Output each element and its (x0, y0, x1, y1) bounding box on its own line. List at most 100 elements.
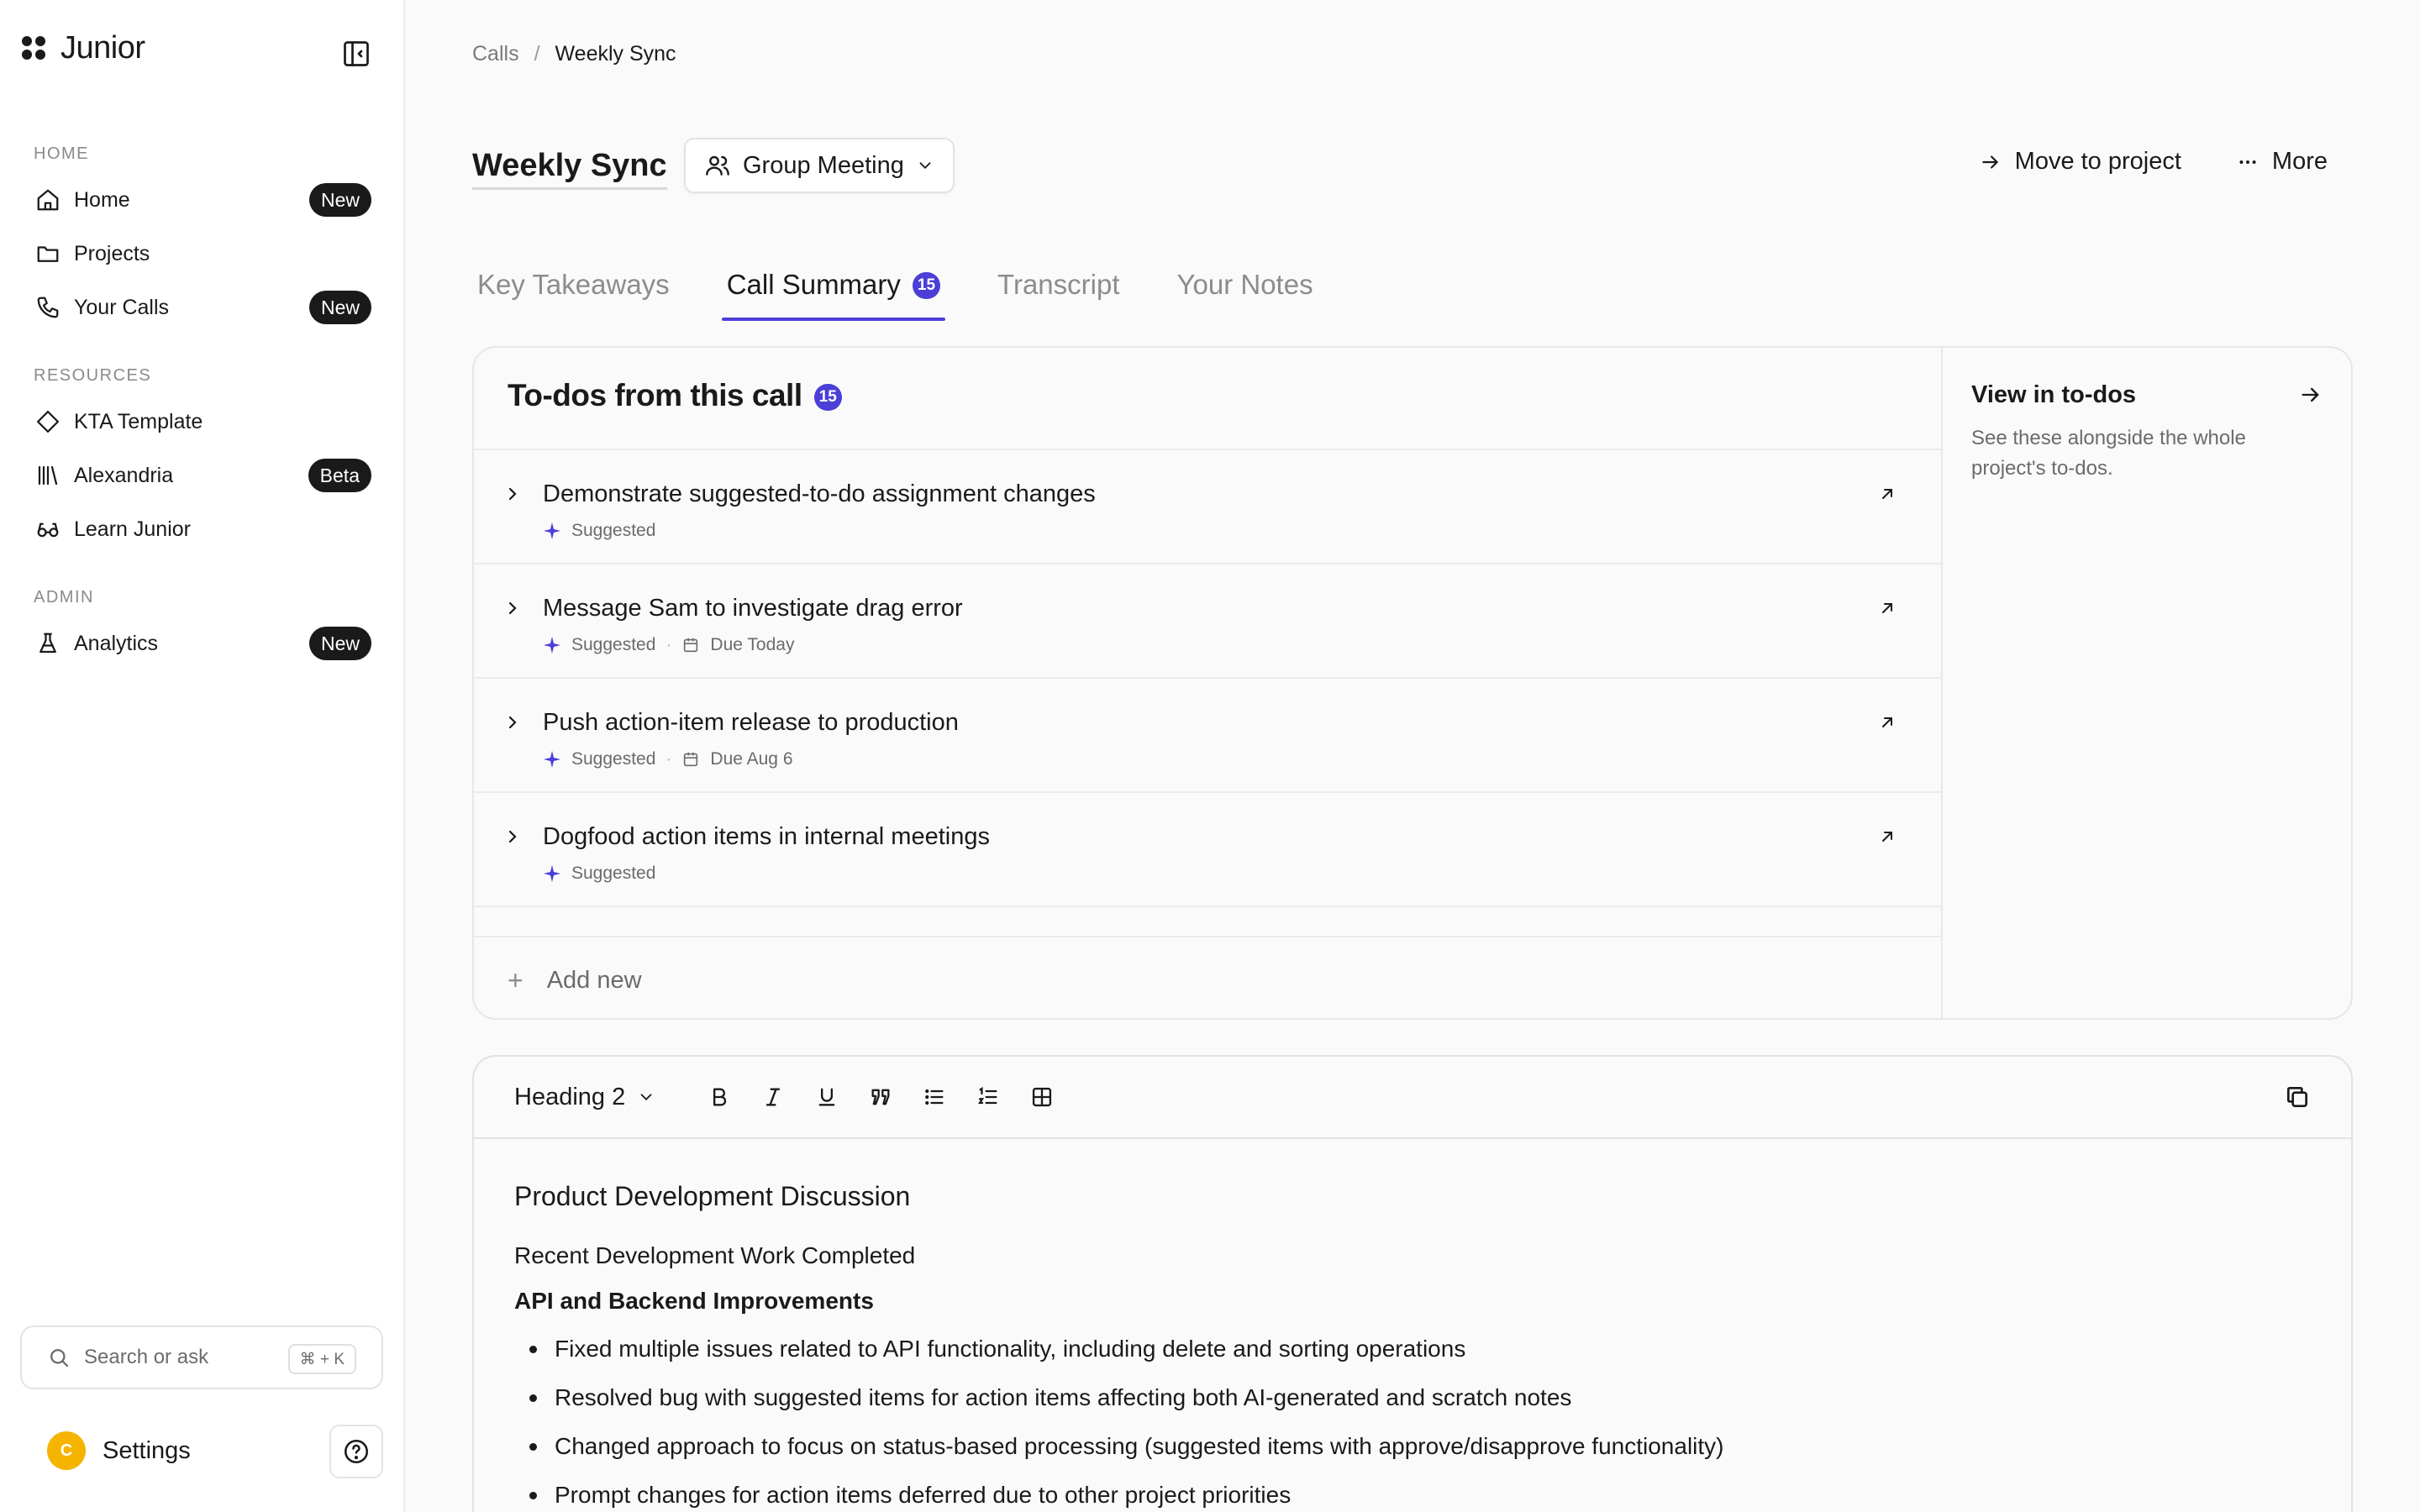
chevron-right-icon (508, 487, 517, 501)
sidebar: Junior HOME Home New Projects Your Calls… (0, 0, 405, 1512)
junior-logo-icon (22, 35, 47, 61)
collapse-sidebar-button[interactable] (339, 37, 373, 71)
sidebar-item-analytics[interactable]: Analytics New (18, 620, 387, 667)
todo-item[interactable]: Push action-item release to production S… (474, 677, 1941, 791)
sidebar-item-alexandria[interactable]: Alexandria Beta (18, 452, 387, 499)
block-style-label: Heading 2 (514, 1083, 626, 1110)
sparkle-icon (543, 636, 561, 654)
quote-button[interactable] (854, 1074, 908, 1121)
numbered-list-icon (978, 1086, 997, 1105)
todo-item[interactable]: Demonstrate suggested-to-do assignment c… (474, 449, 1941, 563)
flask-icon (34, 629, 62, 658)
table-button[interactable] (1015, 1074, 1069, 1121)
chevron-right-icon (508, 716, 517, 729)
list-item: Resolved bug with suggested items for ac… (514, 1373, 2311, 1422)
doc-paragraph: Recent Development Work Completed (514, 1242, 916, 1268)
bold-button[interactable] (692, 1074, 746, 1121)
settings-button[interactable]: C Settings (47, 1431, 191, 1470)
sidebar-item-label: KTA Template (74, 409, 203, 433)
help-button[interactable] (329, 1425, 383, 1478)
chevron-right-icon (508, 601, 517, 615)
editor-content[interactable]: Product Development Discussion Recent De… (474, 1139, 2351, 1512)
todo-due: Due Today (710, 635, 795, 654)
new-badge: New (308, 183, 371, 217)
copy-button[interactable] (2274, 1074, 2321, 1121)
tab-transcript[interactable]: Transcript (992, 260, 1124, 321)
chevron-down-icon (919, 162, 931, 170)
doc-bullet-list: Fixed multiple issues related to API fun… (514, 1325, 2311, 1512)
meeting-type-dropdown[interactable]: Group Meeting (684, 138, 955, 193)
italic-icon (766, 1088, 781, 1106)
settings-label: Settings (103, 1436, 191, 1464)
users-icon (706, 155, 729, 176)
add-new-todo-button[interactable]: + Add new (474, 936, 1941, 1018)
doc-heading: Product Development Discussion (514, 1181, 911, 1211)
numbered-list-button[interactable] (961, 1074, 1015, 1121)
breadcrumb-separator: / (534, 42, 540, 66)
tab-call-summary[interactable]: Call Summary 15 (721, 260, 946, 321)
breadcrumb: Calls / Weekly Sync (472, 42, 676, 66)
todo-meta: Suggested · Due Today (543, 635, 794, 655)
open-external-icon (1882, 832, 1892, 842)
new-badge: New (308, 291, 371, 324)
more-button[interactable]: More (2237, 148, 2328, 176)
sidebar-item-home[interactable]: Home New (18, 176, 387, 223)
tab-key-takeaways[interactable]: Key Takeaways (472, 260, 675, 321)
italic-button[interactable] (746, 1074, 800, 1121)
underline-button[interactable] (800, 1074, 854, 1121)
page-title[interactable]: Weekly Sync (472, 148, 667, 190)
search-icon (50, 1349, 69, 1368)
tab-your-notes[interactable]: Your Notes (1172, 260, 1318, 321)
search-input[interactable]: Search or ask ⌘ + K (20, 1326, 383, 1389)
sidebar-item-learn-junior[interactable]: Learn Junior (18, 506, 387, 553)
tab-label: Your Notes (1176, 269, 1313, 300)
sidebar-item-label: Projects (74, 241, 150, 265)
move-to-project-button[interactable]: Move to project (1980, 148, 2181, 176)
arrow-right-icon (2302, 387, 2319, 402)
todo-title: Demonstrate suggested-to-do assignment c… (543, 480, 1096, 507)
todo-meta: Suggested (543, 864, 655, 884)
tab-label: Key Takeaways (477, 269, 670, 300)
list-item: Prompt changes for action items deferred… (514, 1471, 2311, 1512)
todo-meta: Suggested (543, 521, 655, 541)
glasses-icon (34, 515, 62, 543)
calendar-icon (684, 638, 698, 653)
main-content: Calls / Weekly Sync Weekly Sync Group Me… (407, 0, 2420, 1512)
breadcrumb-calls[interactable]: Calls (472, 42, 519, 66)
sidebar-collapse-icon (344, 41, 369, 66)
todo-status: Suggested (571, 749, 656, 769)
summary-editor: Heading 2 Product Development Discussion… (472, 1055, 2353, 1512)
todos-card: To-dos from this call 15 Demonstrate sug… (472, 346, 2353, 1020)
sidebar-item-kta-template[interactable]: KTA Template (18, 398, 387, 445)
todo-status: Suggested (571, 635, 656, 654)
sidebar-item-projects[interactable]: Projects (18, 230, 387, 277)
copy-icon (2287, 1087, 2307, 1107)
sidebar-item-label: Alexandria (74, 463, 174, 487)
tab-label: Transcript (997, 269, 1120, 300)
plus-icon: + (508, 964, 523, 995)
diamond-icon (34, 407, 62, 436)
sidebar-item-your-calls[interactable]: Your Calls New (18, 284, 387, 331)
block-style-dropdown[interactable]: Heading 2 (514, 1084, 655, 1111)
view-in-todos-panel[interactable]: View in to-dos See these alongside the w… (1944, 348, 2351, 1018)
bullet-list-button[interactable] (908, 1074, 961, 1121)
more-label: More (2271, 148, 2328, 175)
home-icon (34, 186, 62, 214)
help-icon (344, 1439, 369, 1464)
chevron-right-icon (508, 830, 517, 843)
search-shortcut: ⌘ + K (287, 1344, 356, 1374)
list-item: Fixed multiple issues related to API fun… (514, 1325, 2311, 1373)
list-divider (474, 906, 1941, 932)
sidebar-item-label: Learn Junior (74, 517, 191, 541)
todo-title: Message Sam to investigate drag error (543, 595, 963, 622)
brand[interactable]: Junior (22, 30, 145, 66)
calendar-icon (684, 752, 698, 767)
todo-title: Dogfood action items in internal meeting… (543, 823, 990, 850)
todo-item[interactable]: Message Sam to investigate drag error Su… (474, 563, 1941, 677)
todo-item[interactable]: Dogfood action items in internal meeting… (474, 791, 1941, 906)
todo-due: Due Aug 6 (710, 749, 793, 769)
section-label-home: HOME (34, 144, 89, 163)
folder-icon (34, 239, 62, 268)
bold-icon (713, 1088, 727, 1106)
avatar: C (47, 1431, 86, 1470)
